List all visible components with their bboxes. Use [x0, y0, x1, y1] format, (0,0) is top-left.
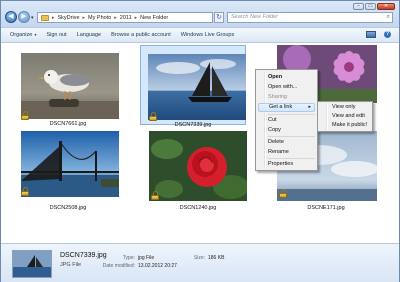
type-label: Type:	[122, 255, 135, 261]
menu-item-label: Get a link	[269, 104, 293, 110]
menu-item-properties[interactable]: Properties	[268, 161, 293, 167]
chevron-right-icon: ▸	[134, 14, 138, 21]
menu-item-cut[interactable]: Cut	[268, 117, 277, 123]
language-button[interactable]: Language	[77, 32, 101, 38]
context-menu: Open Open with... Sharing Get a link ▸ C…	[255, 69, 318, 171]
date-modified-label: Date modified:	[102, 263, 135, 269]
photo-thumbnail	[21, 131, 119, 197]
search-icon[interactable]: ⌕	[387, 13, 390, 22]
menu-separator	[268, 114, 315, 115]
command-bar: Organize ▾ Sign out Language Browse a pu…	[1, 27, 399, 43]
lock-icon	[21, 187, 29, 196]
breadcrumb-my-photo[interactable]: My Photo	[88, 15, 111, 21]
date-modified-value: 13.02.2012 20:27	[138, 263, 177, 269]
chevron-right-icon: ▸	[82, 14, 86, 21]
file-name[interactable]: DSCN7661.jpg	[15, 121, 121, 127]
close-button[interactable]: ✕	[377, 3, 395, 10]
file-tile[interactable]: DSCN2508.jpg	[15, 131, 121, 211]
browse-public-account-button[interactable]: Browse a public account	[111, 32, 171, 38]
photo-thumbnail	[21, 53, 119, 119]
menu-item-get-a-link[interactable]: Get a link ▸	[258, 103, 315, 112]
lock-icon	[21, 111, 29, 120]
bridge-image	[21, 131, 119, 197]
submenu-arrow-icon: ▸	[308, 104, 311, 110]
recent-pages-dropdown-icon[interactable]: ▾	[31, 15, 34, 21]
submenu-item-make-public[interactable]: Make it public!	[332, 122, 367, 128]
organize-label: Organize	[10, 32, 33, 38]
details-file-name: DSCN7339.jpg	[60, 252, 107, 259]
bird-image	[21, 53, 119, 119]
refresh-icon[interactable]: ↻	[214, 12, 224, 23]
command-bar-right: ?	[366, 31, 391, 38]
menu-item-rename[interactable]: Rename	[268, 149, 289, 155]
title-address-bar: ◀ ▶ ▾ ▸ SkyDrive ▸ My Photo ▸ 2011 ▸ New…	[1, 1, 399, 27]
breadcrumb-2011[interactable]: 2011	[120, 15, 132, 21]
menu-item-delete[interactable]: Delete	[268, 139, 284, 145]
size-value: 186 KB	[208, 255, 225, 261]
file-name[interactable]: DSCN1240.jpg	[145, 205, 251, 211]
get-a-link-submenu: View only View and edit Make it public!	[317, 101, 373, 132]
file-name[interactable]: DSCN2508.jpg	[15, 205, 121, 211]
menu-item-copy[interactable]: Copy	[268, 127, 281, 133]
lock-icon	[151, 191, 159, 200]
breadcrumb-new-folder[interactable]: New Folder	[140, 15, 168, 21]
minimize-button[interactable]: –	[353, 3, 364, 10]
sailboat-thumbnail-image	[13, 251, 51, 277]
chevron-right-icon: ▸	[52, 14, 55, 21]
lock-icon	[279, 189, 287, 198]
search-input[interactable]: Search New Folder ⌕	[227, 12, 393, 23]
help-icon[interactable]: ?	[384, 31, 391, 38]
photo-thumbnail	[148, 54, 246, 120]
forward-button[interactable]: ▶	[18, 11, 30, 23]
windows-live-groups-button[interactable]: Windows Live Groups	[181, 32, 235, 38]
menu-gutter	[264, 72, 266, 168]
maximize-button[interactable]: ▭	[365, 3, 376, 10]
details-thumbnail	[12, 250, 52, 278]
file-tile[interactable]: DSCN1240.jpg	[145, 131, 251, 211]
details-pane: DSCN7339.jpg JPG File Type: jpg File Dat…	[1, 243, 399, 282]
sailboat-image	[148, 54, 246, 120]
menu-item-open-with[interactable]: Open with...	[268, 84, 297, 90]
back-button[interactable]: ◀	[5, 11, 17, 23]
organize-menu[interactable]: Organize ▾	[10, 32, 36, 38]
menu-item-sharing: Sharing	[268, 94, 287, 100]
type-value: jpg File	[138, 255, 155, 261]
sign-out-button[interactable]: Sign out	[46, 32, 66, 38]
size-label: Size:	[193, 255, 205, 261]
address-bar[interactable]: ▸ SkyDrive ▸ My Photo ▸ 2011 ▸ New Folde…	[37, 12, 213, 23]
rose-image	[149, 131, 247, 201]
change-view-icon[interactable]	[366, 31, 376, 38]
menu-separator	[268, 158, 315, 159]
caption-buttons: – ▭ ✕	[353, 3, 395, 10]
menu-gutter	[326, 104, 328, 130]
explorer-window: ◀ ▶ ▾ ▸ SkyDrive ▸ My Photo ▸ 2011 ▸ New…	[0, 0, 400, 282]
chevron-down-icon: ▾	[33, 32, 37, 37]
file-name[interactable]: DSCNE171.jpg	[273, 205, 379, 211]
breadcrumb-skydrive[interactable]: SkyDrive	[58, 15, 80, 21]
photo-thumbnail	[149, 131, 247, 201]
chevron-right-icon: ▸	[114, 14, 117, 21]
menu-item-open[interactable]: Open	[268, 74, 282, 80]
submenu-item-view-only[interactable]: View only	[332, 104, 355, 110]
file-name[interactable]: DSCN7339.jpg	[141, 122, 245, 128]
search-placeholder: Search New Folder	[231, 14, 279, 20]
file-tile[interactable]: DSCN7661.jpg	[15, 45, 121, 127]
submenu-item-view-and-edit[interactable]: View and edit	[332, 113, 365, 119]
folder-icon	[41, 14, 49, 21]
lock-icon	[149, 112, 157, 121]
file-tile-selected[interactable]: DSCN7339.jpg	[140, 45, 246, 128]
menu-separator	[268, 136, 315, 137]
details-file-kind: JPG File	[60, 262, 82, 268]
